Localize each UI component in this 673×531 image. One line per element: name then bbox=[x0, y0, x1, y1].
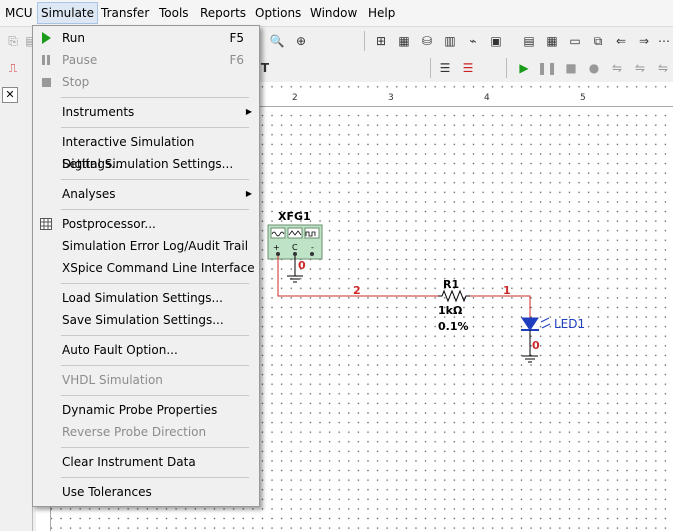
r1-tolerance: 0.1% bbox=[438, 320, 469, 333]
r1-value: 1kΩ bbox=[438, 304, 463, 317]
menu-item-pause[interactable]: Pause F6 bbox=[34, 49, 258, 71]
resistor-r1[interactable]: R1 1kΩ 0.1% bbox=[438, 278, 470, 333]
menu-item-interactive-settings[interactable]: Interactive Simulation Settings... bbox=[34, 131, 258, 171]
menu-separator bbox=[61, 477, 249, 478]
xfg-pin-common: C bbox=[292, 243, 298, 252]
wire-net-1[interactable] bbox=[470, 295, 531, 318]
menu-separator bbox=[61, 209, 249, 210]
menu-item-clear-instrument[interactable]: Clear Instrument Data bbox=[34, 451, 258, 473]
net-label-1: 1 bbox=[503, 284, 511, 297]
menu-item-use-tolerances[interactable]: Use Tolerances bbox=[34, 481, 258, 503]
menu-item-xspice[interactable]: XSpice Command Line Interface bbox=[34, 257, 258, 279]
pause-icon bbox=[40, 54, 52, 66]
menu-item-auto-fault[interactable]: Auto Fault Option... bbox=[34, 339, 258, 361]
run-icon bbox=[40, 32, 52, 44]
function-generator-xfg1[interactable]: XFG1 + C - bbox=[267, 210, 323, 260]
led-led1[interactable]: LED1 bbox=[521, 317, 585, 331]
simulate-menu: Run F5 Pause F6 Stop Instruments ▶ Inter… bbox=[32, 25, 260, 507]
menu-separator bbox=[61, 335, 249, 336]
menu-item-digital-settings[interactable]: Digital Simulation Settings... bbox=[34, 153, 258, 175]
xfg-label: XFG1 bbox=[278, 210, 311, 223]
menu-item-vhdl[interactable]: VHDL Simulation bbox=[34, 369, 258, 391]
submenu-arrow-icon: ▶ bbox=[245, 189, 252, 198]
menu-separator bbox=[61, 395, 249, 396]
menu-separator bbox=[61, 447, 249, 448]
postprocessor-icon bbox=[40, 218, 52, 230]
menu-item-instruments[interactable]: Instruments ▶ bbox=[34, 101, 258, 123]
r1-label: R1 bbox=[443, 278, 459, 291]
menu-separator bbox=[61, 365, 249, 366]
xfg-pin-plus: + bbox=[273, 243, 280, 252]
submenu-arrow-icon: ▶ bbox=[245, 107, 252, 116]
stop-icon bbox=[40, 76, 52, 88]
menu-item-error-log[interactable]: Simulation Error Log/Audit Trail bbox=[34, 235, 258, 257]
menu-item-analyses[interactable]: Analyses ▶ bbox=[34, 183, 258, 205]
menu-separator bbox=[61, 97, 249, 98]
xfg-pin-minus: - bbox=[311, 243, 314, 252]
menu-separator bbox=[61, 179, 249, 180]
sine-wave-icon bbox=[270, 227, 286, 239]
net-label-0: 0 bbox=[298, 259, 306, 272]
menu-item-postprocessor[interactable]: Postprocessor... bbox=[34, 213, 258, 235]
net-label-0-led: 0 bbox=[532, 339, 540, 352]
menu-separator bbox=[61, 283, 249, 284]
menu-item-dynamic-probe[interactable]: Dynamic Probe Properties bbox=[34, 399, 258, 421]
led1-label: LED1 bbox=[554, 317, 585, 331]
menu-item-load-settings[interactable]: Load Simulation Settings... bbox=[34, 287, 258, 309]
menu-item-reverse-probe[interactable]: Reverse Probe Direction bbox=[34, 421, 258, 443]
menu-item-save-settings[interactable]: Save Simulation Settings... bbox=[34, 309, 258, 331]
net-label-2: 2 bbox=[353, 284, 361, 297]
menu-item-run[interactable]: Run F5 bbox=[34, 27, 258, 49]
menu-item-stop[interactable]: Stop bbox=[34, 71, 258, 93]
menu-separator bbox=[61, 127, 249, 128]
